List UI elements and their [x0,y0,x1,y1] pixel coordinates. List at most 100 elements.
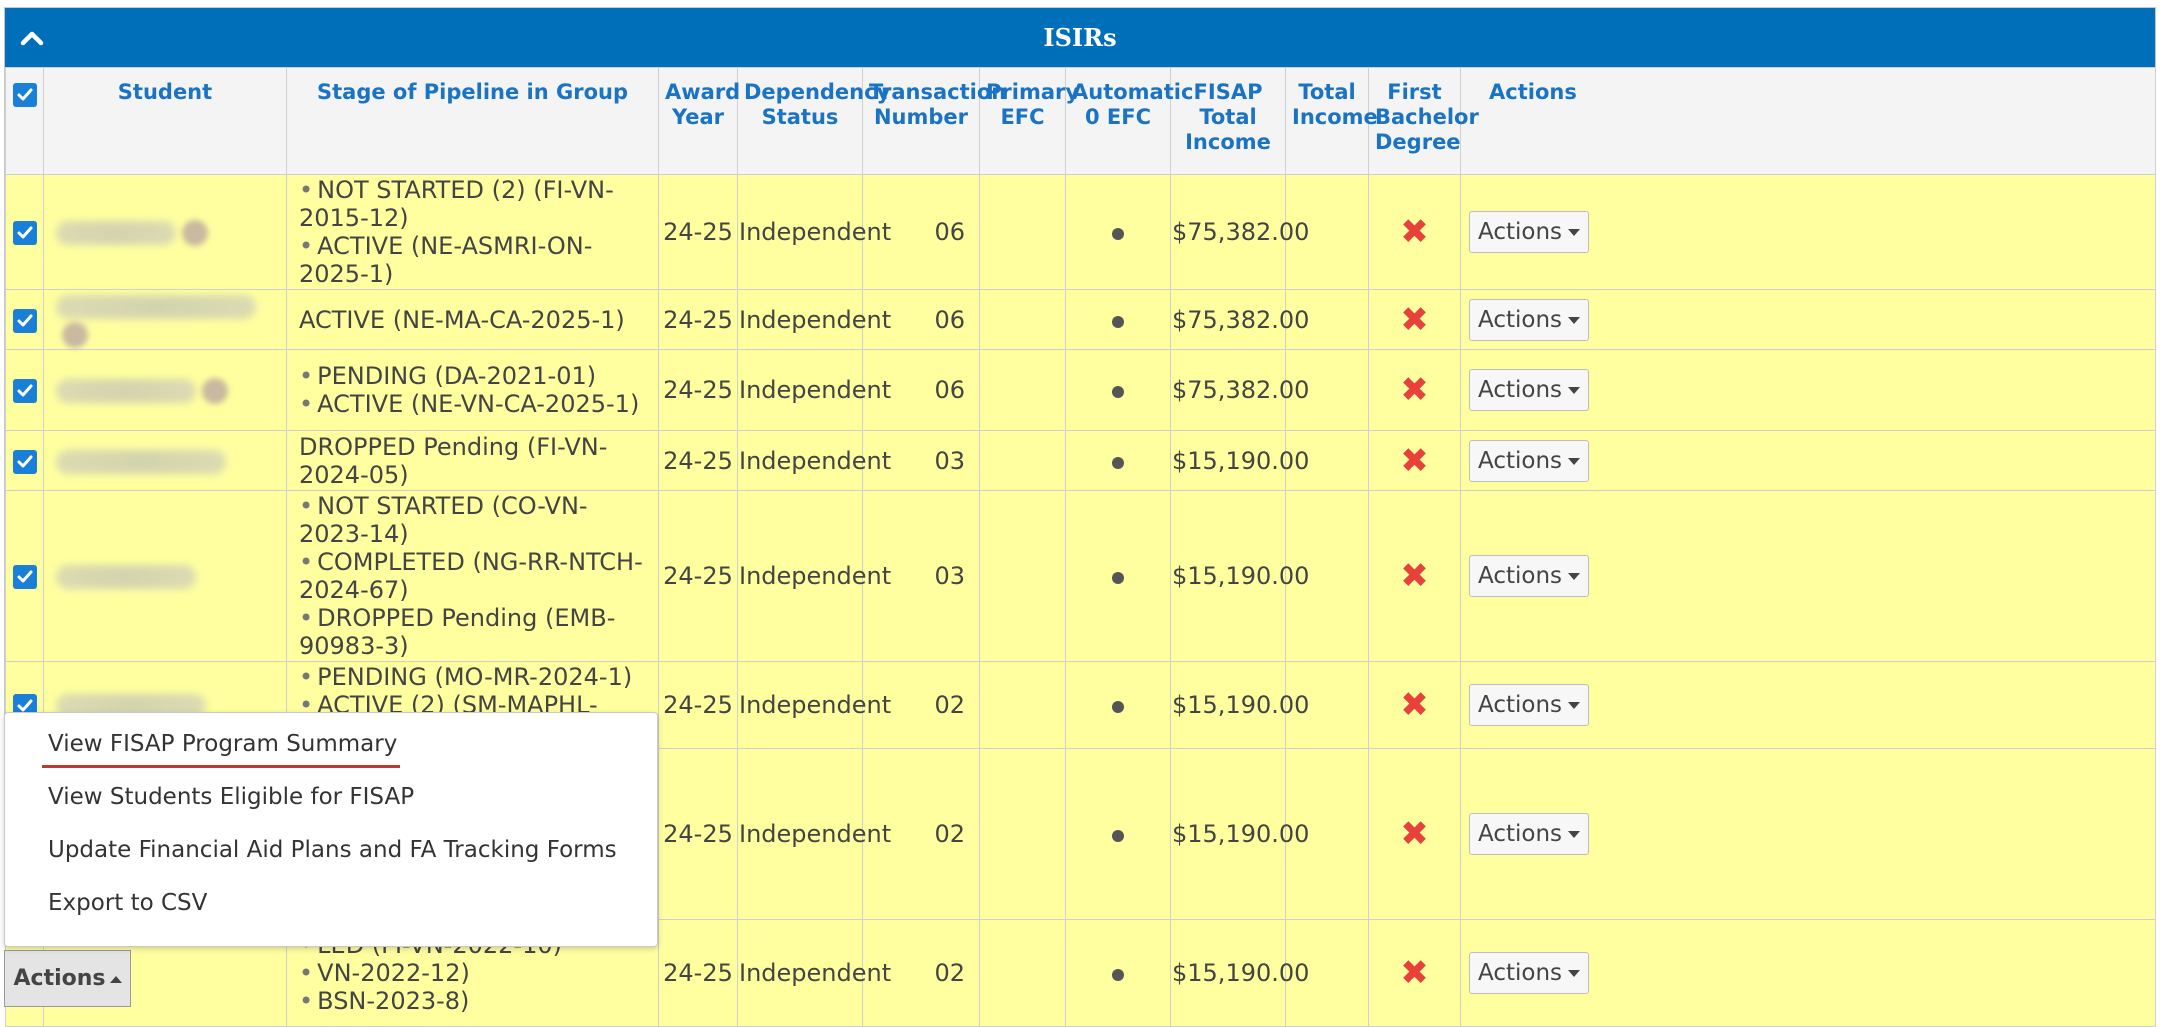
caret-down-icon [1568,387,1581,394]
checkbox-checked-icon[interactable] [12,308,37,333]
row-actions-button[interactable]: Actions [1469,369,1590,411]
stage-text: DROPPED Pending (EMB-90983-3) [299,604,616,660]
stage-entry: DROPPED Pending (FI-VN-2024-05) [299,433,657,489]
student-cell[interactable] [43,430,287,491]
row-actions-label: Actions [1478,377,1563,403]
menu-item-view-students-eligible[interactable]: View Students Eligible for FISAP [48,784,414,810]
student-cell[interactable] [43,174,287,290]
select-all-cell[interactable] [5,67,44,175]
stage-text: BSN-2023-8) [317,987,470,1015]
dependency-status-cell: Independent [737,430,891,491]
student-cell[interactable] [43,289,287,350]
checkbox-checked-icon[interactable] [12,221,37,245]
award-year-cell: 24-25 [658,490,738,662]
row-checkbox-cell[interactable] [5,430,44,491]
student-cell[interactable] [43,349,287,431]
primary-efc-cell [979,174,1066,290]
table-row[interactable]: ACTIVE (NE-MA-CA-2025-1) 24-25 Independent… [5,289,2156,350]
row-checkbox-cell[interactable] [5,289,44,350]
automatic-0-efc-cell [1065,289,1171,350]
column-header-first-bachelor-degree[interactable]: First Bachelor Degree [1368,67,1479,175]
dot-icon [1112,228,1124,240]
column-header-student[interactable]: Student [43,67,287,175]
student-name-redacted[interactable] [56,449,226,474]
red-x-icon: ✖ [1400,685,1429,725]
student-name-redacted[interactable] [56,294,256,319]
checkbox-checked-icon[interactable] [12,565,37,589]
row-actions-button[interactable]: Actions [1469,298,1590,341]
column-header-total-income[interactable]: Total Income [1285,67,1378,175]
red-x-icon: ✖ [1400,440,1429,481]
bullet-icon: • [299,492,314,520]
column-header-automatic-0-efc[interactable]: Automatic 0 EFC [1065,67,1193,175]
row-actions-button[interactable]: Actions [1469,211,1590,253]
row-actions-label: Actions [1478,563,1563,589]
column-header-transaction-number[interactable]: Transaction Number [862,67,1006,175]
column-header-stage[interactable]: Stage of Pipeline in Group [286,67,659,175]
stage-entry: • VN-2022-12) [299,959,657,987]
table-row[interactable]: • NOT STARTED (2) (FI-VN-2015-12) • ACTIVE … [5,174,2156,290]
column-header-primary-efc[interactable]: Primary EFC [979,67,1079,175]
bulk-actions-label: Actions [13,966,106,991]
menu-item-export-to-csv[interactable]: Export to CSV [48,890,207,916]
menu-item-update-financial-aid-plans[interactable]: Update Financial Aid Plans and FA Tracki… [48,837,617,863]
row-actions-label: Actions [1478,960,1563,986]
row-actions-cell: Actions [1460,289,2156,350]
first-bachelor-degree-cell: ✖ [1368,349,1461,431]
dot-icon [1112,969,1124,981]
bullet-icon: • [299,959,314,987]
row-actions-label: Actions [1478,821,1563,847]
red-x-icon: ✖ [1400,370,1429,410]
row-actions-button[interactable]: Actions [1469,555,1590,597]
student-name-redacted[interactable] [56,565,196,589]
stage-cell: • NOT STARTED (CO-VN-2023-14) • COMPLETED (… [286,490,659,662]
student-name-redacted[interactable] [56,379,196,403]
checkbox-checked-icon[interactable] [12,449,37,474]
row-actions-button[interactable]: Actions [1469,684,1590,726]
row-checkbox-cell[interactable] [5,349,44,431]
caret-down-icon [1568,831,1581,838]
bullet-icon: • [299,548,314,576]
student-avatar-redacted [182,220,208,246]
student-cell[interactable] [43,490,287,662]
column-header-award-year[interactable]: Award Year [658,67,740,175]
dependency-status-cell: Independent [737,748,891,920]
primary-efc-cell [979,661,1066,749]
first-bachelor-degree-cell: ✖ [1368,289,1461,350]
fisap-total-income-cell: $15,190.00 [1170,748,1309,920]
column-header-dependency-status[interactable]: Dependency Status [737,67,890,175]
student-name-redacted[interactable] [56,221,176,245]
stage-text: ACTIVE (NE-MA-CA-2025-1) [299,305,625,334]
row-checkbox-cell[interactable] [5,490,44,662]
bulk-actions-button[interactable]: Actions [4,950,131,1007]
caret-down-icon [1568,229,1581,236]
table-row[interactable]: • NOT STARTED (CO-VN-2023-14) • COMPLETED (… [5,490,2156,662]
row-actions-button[interactable]: Actions [1469,952,1590,994]
table-header-row: Student Stage of Pipeline in Group Award… [5,67,2156,175]
stage-entry: • PENDING (DA-2021-01) [299,362,657,390]
checkbox-checked-icon[interactable] [12,83,37,107]
first-bachelor-degree-cell: ✖ [1368,661,1461,749]
dependency-status-cell: Independent [737,349,891,431]
row-actions-cell: Actions [1460,490,2156,662]
stage-entry: ACTIVE (NE-MA-CA-2025-1) [299,306,657,334]
checkbox-checked-icon[interactable] [12,379,37,403]
primary-efc-cell [979,430,1066,491]
row-checkbox-cell[interactable] [5,174,44,290]
award-year-cell: 24-25 [658,289,738,350]
dot-icon [1112,830,1124,842]
table-row[interactable]: DROPPED Pending (FI-VN-2024-05) 24-25 Inde… [5,430,2156,491]
stage-entry: • BSN-2023-8) [299,987,657,1015]
row-actions-button[interactable]: Actions [1469,813,1590,855]
row-actions-cell: Actions [1460,430,2156,491]
stage-text: COMPLETED (NG-RR-NTCH-2024-67) [299,548,643,604]
automatic-0-efc-cell [1065,661,1171,749]
table-row[interactable]: • PENDING (DA-2021-01) • ACTIVE (NE-VN-CA-2… [5,349,2156,431]
panel-header: ISIRs [5,8,2155,67]
award-year-cell: 24-25 [658,748,738,920]
stage-text: DROPPED Pending (FI-VN-2024-05) [299,432,608,489]
row-actions-button[interactable]: Actions [1469,439,1590,482]
menu-item-view-fisap-program-summary[interactable]: View FISAP Program Summary [48,731,397,757]
automatic-0-efc-cell [1065,919,1171,1027]
award-year-cell: 24-25 [658,430,738,491]
